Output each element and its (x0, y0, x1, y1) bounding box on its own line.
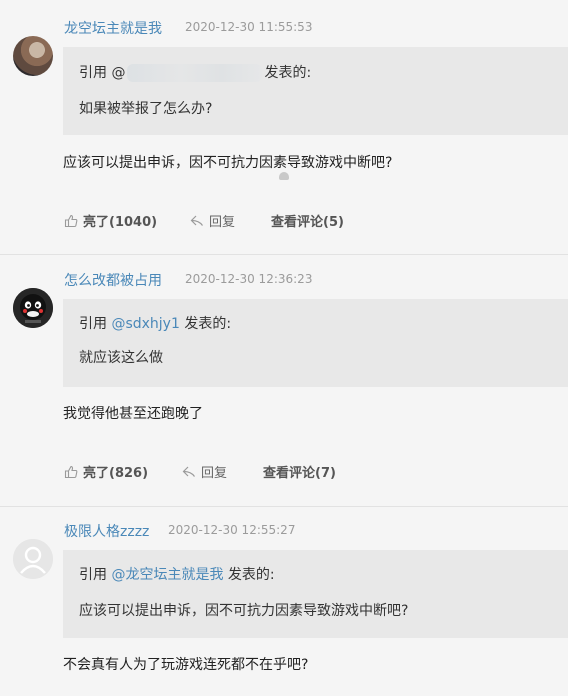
quote-text: 应该可以提出申诉，因不可抗力因素导致游戏中断吧? (79, 603, 409, 619)
quote-block: 引用 @ 发表的: 如果被举报了怎么办? (63, 47, 568, 135)
quote-prefix: 引用 (79, 567, 112, 583)
reply-arrow-icon (190, 215, 203, 226)
like-button[interactable]: 亮了(826) (63, 462, 148, 481)
post-content: 应该可以提出申诉，因不可抗力因素导致游戏中断吧? (63, 155, 393, 171)
quote-mention-link[interactable]: @sdxhjy1 (111, 316, 179, 332)
like-label: 亮了(1040) (83, 215, 158, 230)
reply-arrow-icon (182, 466, 195, 477)
reply-label: 回复 (201, 466, 228, 481)
post-time: 2020-12-30 12:55:27 (168, 523, 296, 537)
avatar[interactable] (13, 36, 53, 76)
quote-mention-link[interactable]: @龙空坛主就是我 (111, 567, 223, 583)
like-label: 亮了(826) (83, 466, 149, 481)
reply-label: 回复 (209, 215, 236, 230)
avatar-face-icon (13, 288, 53, 328)
thumbs-up-icon (64, 465, 78, 478)
quote-header: 引用 @sdxhjy1 发表的: (79, 313, 231, 333)
quote-prefix: 引用 (79, 316, 112, 332)
quote-header: 引用 @龙空坛主就是我 发表的: (79, 564, 275, 584)
username[interactable]: 极限人格zzzz (64, 521, 149, 541)
post-content: 不会真有人为了玩游戏连死都不在乎吧? (63, 657, 309, 673)
avatar[interactable] (13, 288, 53, 328)
scroll-indicator (279, 172, 289, 180)
quote-suffix: 发表的: (179, 316, 232, 332)
reply-button[interactable]: 回复 (181, 462, 227, 481)
quote-text: 如果被举报了怎么办? (79, 101, 213, 117)
username[interactable]: 龙空坛主就是我 (64, 18, 162, 38)
reply-button[interactable]: 回复 (189, 211, 235, 230)
post-1: 龙空坛主就是我 2020-12-30 11:55:53 引用 @ 发表的: 如果被… (0, 0, 568, 254)
quote-text: 就应该这么做 (79, 350, 163, 366)
post-time: 2020-12-30 12:36:23 (185, 272, 313, 286)
post-time: 2020-12-30 11:55:53 (185, 20, 313, 34)
post-2: 怎么改都被占用 2020-12-30 12:36:23 引用 @sdxhjy1 … (0, 255, 568, 506)
quote-block: 引用 @sdxhjy1 发表的: 就应该这么做 (63, 299, 568, 387)
thumbs-up-icon (64, 214, 78, 227)
view-comments-button[interactable]: 查看评论(7) (263, 462, 336, 481)
view-comments-button[interactable]: 查看评论(5) (271, 211, 344, 230)
comments-label: 查看评论(5) (271, 215, 344, 230)
username[interactable]: 怎么改都被占用 (64, 270, 162, 290)
quote-suffix: 发表的: (223, 567, 275, 583)
avatar[interactable] (13, 539, 53, 579)
quote-header: 引用 @ 发表的: (79, 62, 311, 82)
quote-prefix: 引用 @ (79, 65, 126, 81)
default-user-icon (13, 539, 53, 579)
like-button[interactable]: 亮了(1040) (63, 211, 157, 230)
quote-suffix: 发表的: (264, 65, 312, 81)
quote-block: 引用 @龙空坛主就是我 发表的: 应该可以提出申诉，因不可抗力因素导致游戏中断吧… (63, 550, 568, 638)
post-content: 我觉得他甚至还跑晚了 (63, 406, 203, 422)
post-3: 极限人格zzzz 2020-12-30 12:55:27 引用 @龙空坛主就是我… (0, 507, 568, 696)
comments-label: 查看评论(7) (263, 466, 336, 481)
post-actions: 亮了(826) 回复 查看评论(7) (63, 462, 463, 482)
post-actions: 亮了(1040) 回复 查看评论(5) (63, 211, 463, 231)
blurred-username (127, 64, 263, 82)
